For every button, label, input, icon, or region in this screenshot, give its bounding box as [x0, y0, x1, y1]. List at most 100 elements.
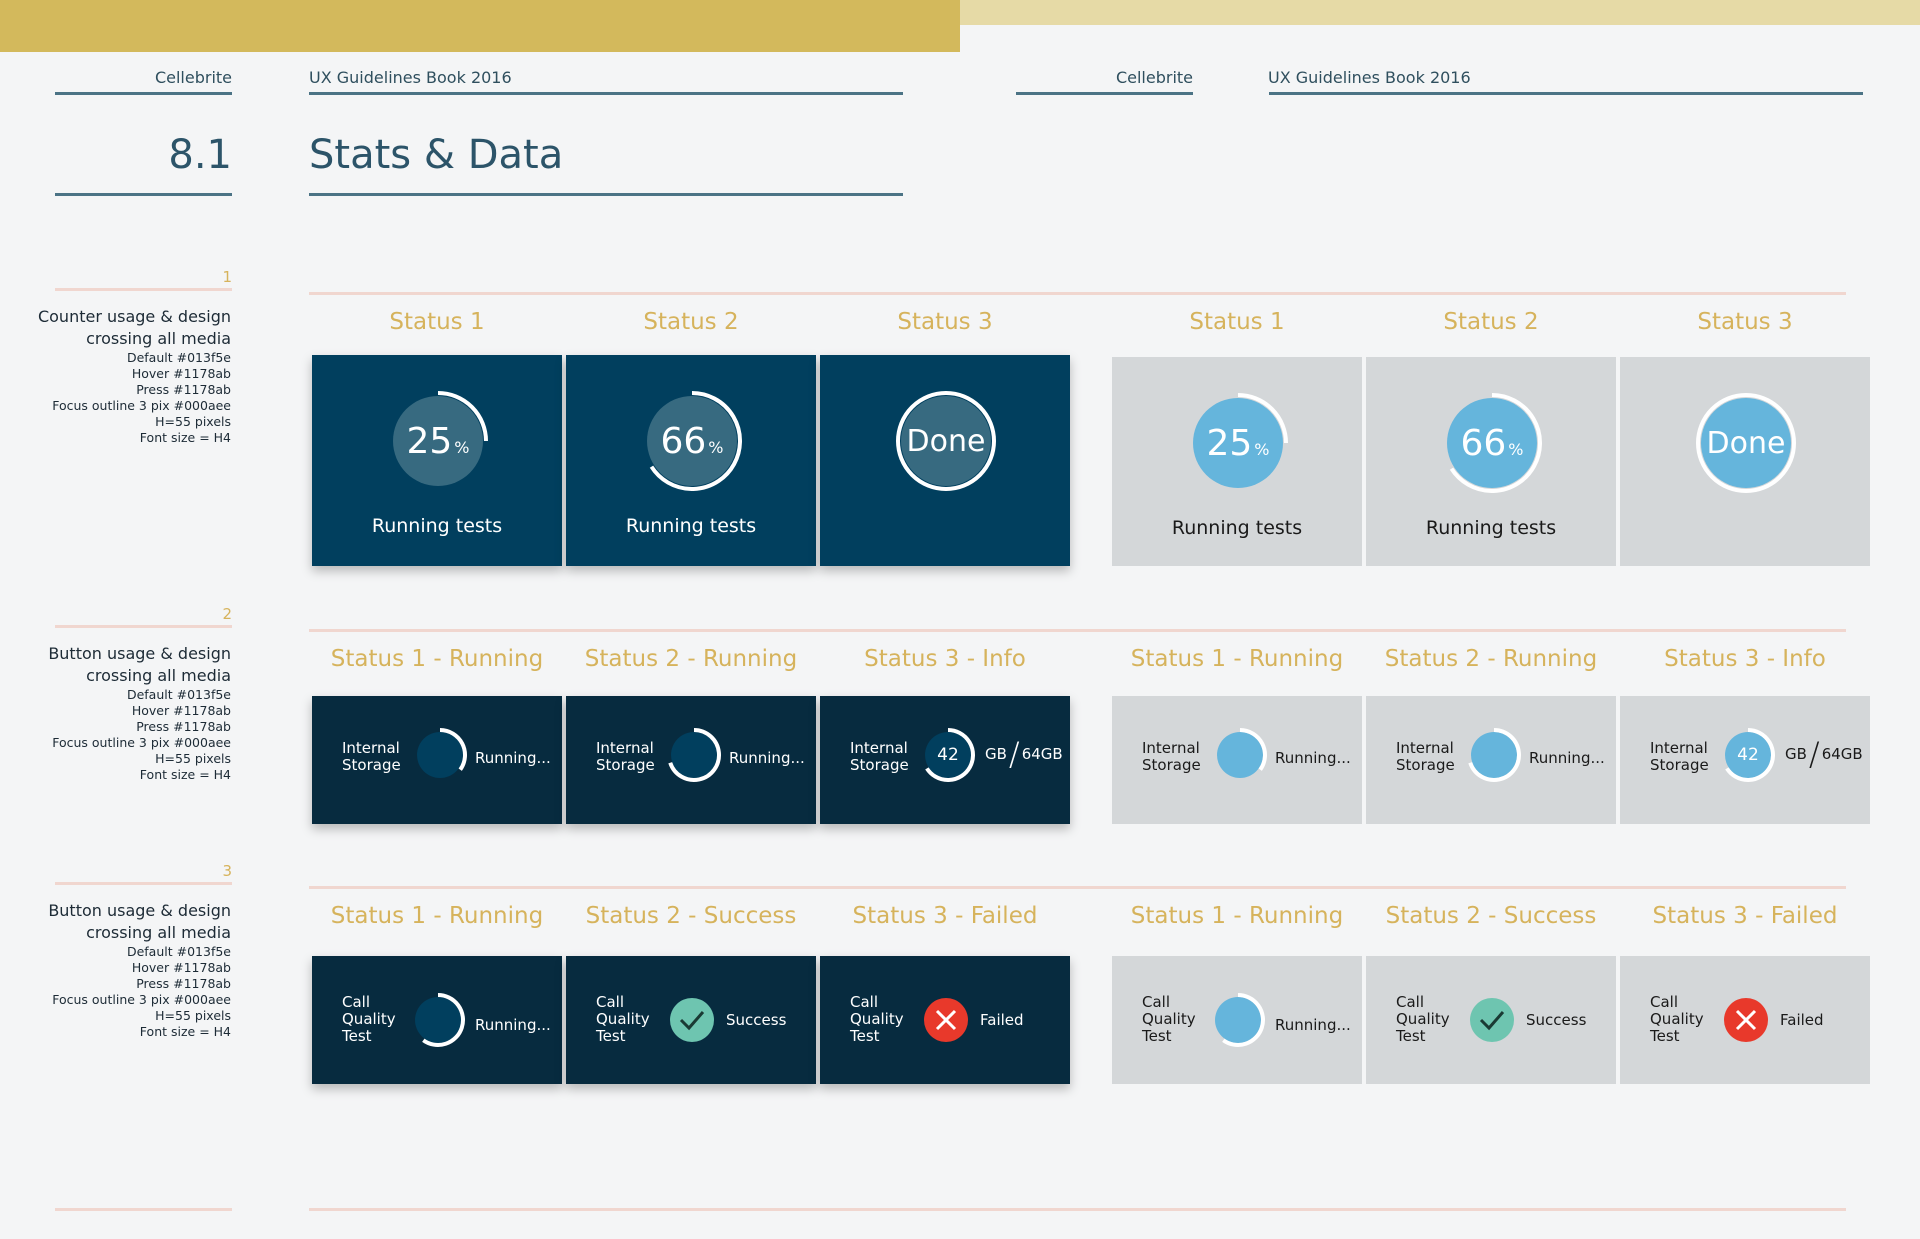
- button-status-text: Running...: [475, 749, 551, 767]
- counter-unit: %: [454, 437, 470, 457]
- progress-ring-graphic: [1215, 993, 1265, 1047]
- storage-button[interactable]: Internal Storage 42 GB/64GB: [820, 696, 1070, 824]
- button-label: Call Quality Test: [1142, 994, 1196, 1045]
- counter-unit: %: [1508, 439, 1524, 459]
- button-label: Internal Storage: [342, 740, 401, 774]
- button-status-text: Success: [726, 1011, 787, 1029]
- counter-number: 25: [406, 420, 453, 462]
- counter-card[interactable]: Done: [820, 355, 1070, 566]
- button-label-line: Call: [596, 993, 625, 1011]
- description-spec-line: Default #013f5e: [126, 350, 231, 365]
- counter-number: 66: [1460, 422, 1507, 464]
- button-label: Internal Storage: [596, 740, 655, 774]
- counter-card[interactable]: 66% Running tests: [1366, 357, 1616, 566]
- check-graphic: [1470, 998, 1514, 1042]
- failed-graphic: [1724, 998, 1768, 1042]
- call-quality-button[interactable]: Call Quality Test Failed: [1620, 956, 1870, 1084]
- storage-button[interactable]: Internal Storage Running...: [1366, 696, 1616, 824]
- storage-gauge-icon: 42: [1720, 727, 1776, 783]
- section-description: Counter usage & design crossing all media…: [30, 306, 231, 446]
- storage-button[interactable]: Internal Storage Running...: [1112, 696, 1362, 824]
- storage-capacity: GB/64GB: [985, 735, 1063, 773]
- counter-ring: 25%: [1188, 393, 1288, 493]
- header-rule-right-brand: [1016, 92, 1193, 95]
- description-spec-line: H=55 pixels: [155, 751, 231, 766]
- storage-used-value: 42: [937, 745, 959, 765]
- section-index: 1: [222, 268, 232, 286]
- call-quality-button[interactable]: Call Quality Test Success: [566, 956, 816, 1084]
- progress-ring-graphic: [668, 728, 721, 782]
- button-label-line: Internal: [1650, 739, 1708, 757]
- progress-ring-graphic: [417, 728, 467, 778]
- counter-card[interactable]: 66% Running tests: [566, 355, 816, 566]
- button-label: Internal Storage: [1142, 740, 1201, 774]
- button-label-line: Internal: [596, 739, 654, 757]
- button-label-line: Storage: [342, 756, 401, 774]
- button-status-text: Running...: [729, 749, 805, 767]
- check-graphic: [670, 998, 714, 1042]
- storage-gauge-icon: 42: [920, 727, 976, 783]
- button-label-line: Storage: [1650, 756, 1709, 774]
- counter-card[interactable]: Done: [1620, 357, 1870, 566]
- top-accent-bar-left: [0, 0, 960, 52]
- description-spec-line: Hover #1178ab: [131, 366, 231, 381]
- counter-done-text: Done: [1706, 425, 1786, 461]
- status-label: Status 3 - Failed: [852, 903, 1038, 929]
- status-label: Status 2 - Success: [1385, 903, 1597, 929]
- button-label-line: Test: [1142, 1027, 1172, 1045]
- header-brand-left: Cellebrite: [154, 68, 232, 87]
- storage-button[interactable]: Internal Storage Running...: [312, 696, 562, 824]
- button-label: Call Quality Test: [1396, 994, 1450, 1045]
- button-label-line: Internal: [342, 739, 400, 757]
- description-title-line: Button usage & design: [48, 901, 231, 920]
- ring-fill: [1217, 732, 1263, 778]
- storage-button[interactable]: Internal Storage 42 GB/64GB: [1620, 696, 1870, 824]
- button-label-line: Test: [342, 1027, 372, 1045]
- button-status-text: Running...: [475, 1016, 551, 1034]
- storage-unit: GB: [985, 745, 1007, 763]
- button-label: Internal Storage: [1650, 740, 1709, 774]
- status-label: Status 3 - Failed: [1652, 903, 1838, 929]
- call-quality-button[interactable]: Call Quality Test Running...: [1112, 956, 1362, 1084]
- counter-ring: Done: [896, 391, 996, 491]
- button-label-line: Storage: [1396, 756, 1455, 774]
- section-description: Button usage & design crossing all media D…: [30, 900, 231, 1040]
- button-label-line: Quality: [1396, 1010, 1450, 1028]
- storage-button[interactable]: Internal Storage Running...: [566, 696, 816, 824]
- page-title: Stats & Data: [309, 132, 564, 178]
- progress-ring-icon: [412, 727, 468, 783]
- counter-number: 25: [1206, 422, 1253, 464]
- description-spec-line: Focus outline 3 pix #000aee: [52, 735, 231, 750]
- counter-caption: Running tests: [625, 515, 757, 537]
- section-rule-right: [309, 629, 1846, 632]
- check-circle: [1470, 998, 1514, 1042]
- counter-value: 66%: [1442, 393, 1542, 493]
- ring-fill: [417, 732, 463, 778]
- status-label: Status 1: [389, 309, 485, 335]
- description-spec-line: Focus outline 3 pix #000aee: [52, 398, 231, 413]
- call-quality-button[interactable]: Call Quality Test Failed: [820, 956, 1070, 1084]
- call-quality-button[interactable]: Call Quality Test Running...: [312, 956, 562, 1084]
- counter-caption: Running tests: [1425, 517, 1557, 539]
- button-label-line: Quality: [596, 1010, 650, 1028]
- status-label: Status 2 - Success: [585, 903, 797, 929]
- description-spec-line: Default #013f5e: [126, 687, 231, 702]
- counter-card[interactable]: 25% Running tests: [312, 355, 562, 566]
- description-spec-line: Press #1178ab: [136, 382, 231, 397]
- button-label-line: Call: [850, 993, 879, 1011]
- button-status-text: Running...: [1275, 749, 1351, 767]
- header-rule-right-book: [1269, 92, 1863, 95]
- button-label-line: Test: [1650, 1027, 1680, 1045]
- counter-card[interactable]: 25% Running tests: [1112, 357, 1362, 566]
- section-rule-right: [309, 886, 1846, 889]
- storage-total: 64GB: [1021, 745, 1063, 763]
- description-spec-line: H=55 pixels: [155, 1008, 231, 1023]
- status-label: Status 2: [1443, 309, 1539, 335]
- counter-ring: 66%: [1442, 393, 1542, 493]
- counter-value: 25%: [1188, 393, 1288, 493]
- description-title-line: Counter usage & design: [37, 307, 231, 326]
- button-label: Internal Storage: [1396, 740, 1455, 774]
- call-quality-button[interactable]: Call Quality Test Success: [1366, 956, 1616, 1084]
- button-label: Call Quality Test: [1650, 994, 1704, 1045]
- button-status-text: Running...: [1529, 749, 1605, 767]
